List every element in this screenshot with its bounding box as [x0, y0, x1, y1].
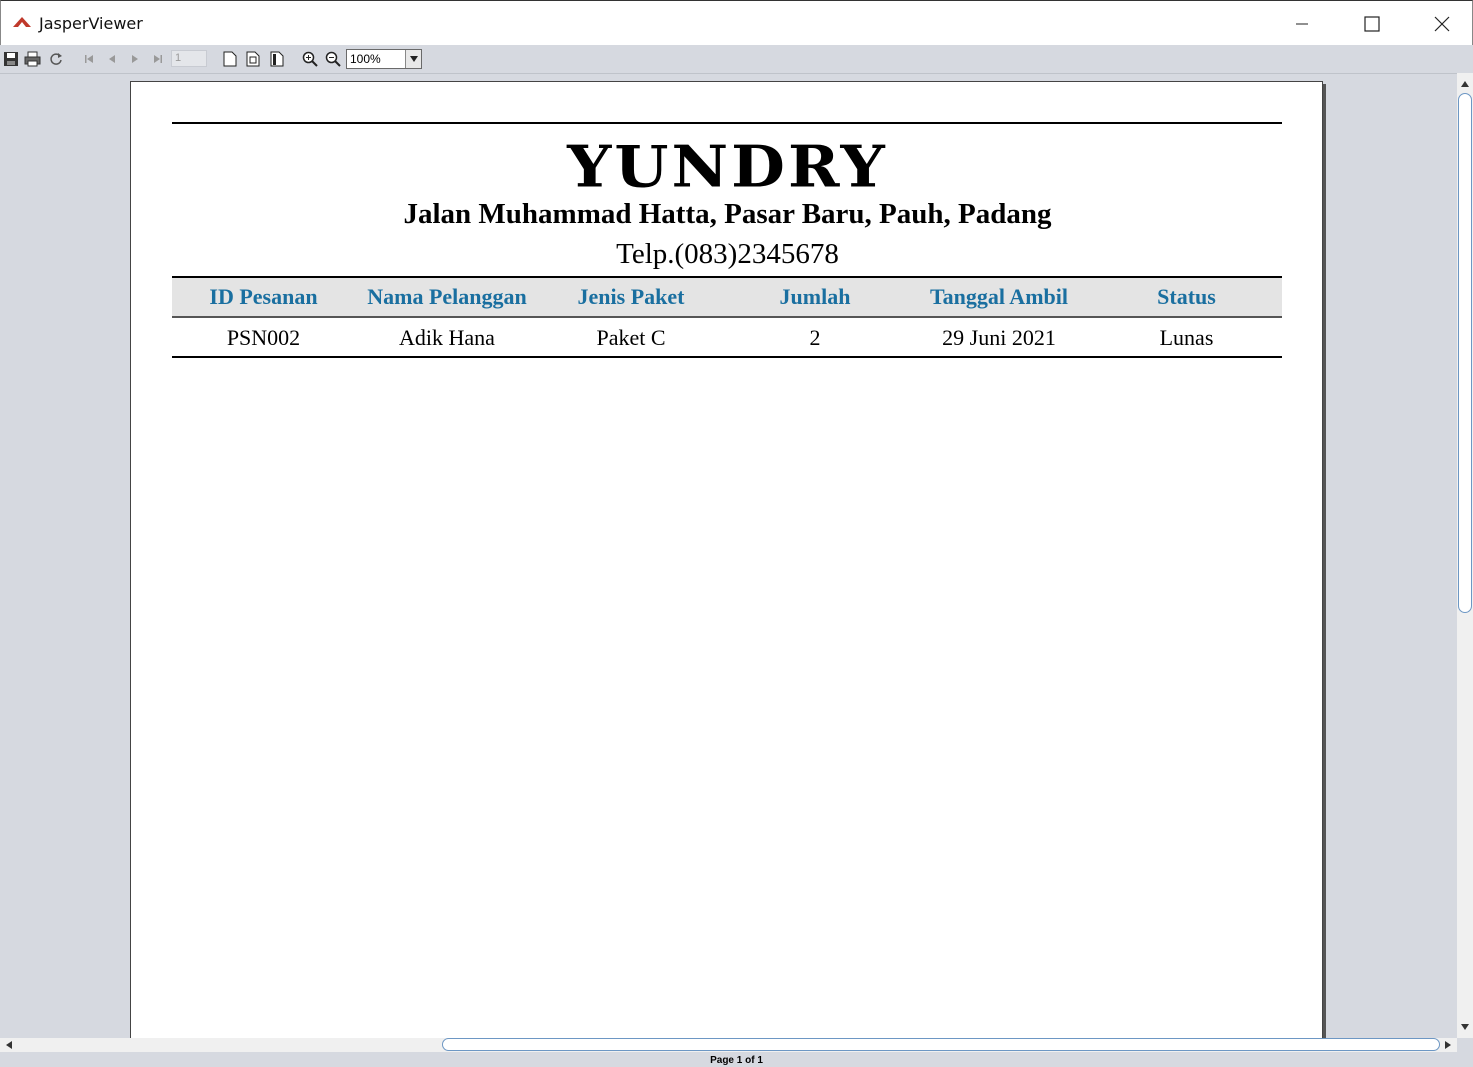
- table-header: ID Pesanan Nama Pelanggan Jenis Paket Ju…: [172, 276, 1282, 318]
- zoom-dropdown-button[interactable]: [405, 50, 421, 68]
- window-title: JasperViewer: [39, 14, 143, 33]
- zoom-select[interactable]: 100%: [346, 49, 422, 69]
- fit-page-icon: [246, 51, 259, 66]
- column-header: Status: [1157, 284, 1216, 309]
- status-bar: Page 1 of 1: [0, 1052, 1473, 1067]
- save-icon: [3, 51, 18, 66]
- vertical-scrollbar[interactable]: [1457, 73, 1473, 1038]
- jasper-logo-icon: [13, 17, 31, 27]
- previous-page-icon: [108, 54, 115, 63]
- previous-page-button[interactable]: [102, 49, 121, 68]
- scroll-right-button[interactable]: [1441, 1038, 1455, 1052]
- table-cell: 2: [809, 325, 821, 350]
- reload-button[interactable]: [46, 49, 65, 68]
- column-header: Jumlah: [779, 284, 851, 309]
- fit-width-icon: [270, 51, 283, 66]
- actual-size-button[interactable]: [220, 49, 239, 68]
- vertical-scroll-thumb[interactable]: [1458, 93, 1472, 613]
- zoom-in-button[interactable]: [300, 49, 319, 68]
- scrollbar-corner: [1457, 1038, 1473, 1052]
- actual-size-icon: [223, 51, 236, 66]
- reload-icon: [49, 52, 62, 65]
- column-header: Tanggal Ambil: [930, 284, 1068, 309]
- column-header: Jenis Paket: [577, 284, 685, 309]
- top-divider: [172, 122, 1282, 124]
- fit-page-button[interactable]: [243, 49, 262, 68]
- zoom-out-button[interactable]: [323, 49, 342, 68]
- minimize-button[interactable]: [1267, 1, 1337, 46]
- page-number-input[interactable]: 1: [171, 50, 207, 67]
- column-header: Nama Pelanggan: [367, 284, 527, 309]
- fit-width-button[interactable]: [267, 49, 286, 68]
- arrow-up-icon: [1461, 81, 1469, 87]
- close-icon: [1434, 16, 1450, 31]
- maximize-icon: [1364, 15, 1380, 32]
- first-page-icon: [84, 54, 93, 63]
- table-cell: Lunas: [1159, 325, 1214, 350]
- close-button[interactable]: [1407, 1, 1473, 46]
- company-phone: Telp.(083)2345678: [616, 238, 839, 270]
- report-viewport: YUNDRY Jalan Muhammad Hatta, Pasar Baru,…: [0, 73, 1457, 1038]
- toolbar: 1 100%: [0, 45, 1473, 72]
- print-icon: [24, 51, 41, 66]
- scroll-left-button[interactable]: [2, 1038, 16, 1052]
- title-bar: JasperViewer: [0, 0, 1473, 45]
- company-name: YUNDRY: [567, 132, 888, 201]
- next-page-button[interactable]: [125, 49, 144, 68]
- zoom-value: 100%: [350, 52, 381, 66]
- arrow-down-icon: [1461, 1024, 1469, 1030]
- chevron-down-icon: [409, 56, 418, 62]
- table-cell: Adik Hana: [399, 325, 495, 350]
- arrow-right-icon: [1445, 1041, 1451, 1049]
- maximize-button[interactable]: [1337, 1, 1407, 46]
- next-page-icon: [131, 54, 138, 63]
- last-page-icon: [153, 54, 162, 63]
- zoom-in-icon: [302, 51, 318, 67]
- scroll-down-button[interactable]: [1457, 1020, 1473, 1034]
- table-cell: 29 Juni 2021: [942, 325, 1056, 350]
- table-cell: Paket C: [596, 325, 666, 350]
- scroll-up-button[interactable]: [1457, 77, 1473, 91]
- page-info: Page 1 of 1: [710, 1055, 763, 1066]
- last-page-button[interactable]: [148, 49, 167, 68]
- zoom-out-icon: [325, 51, 341, 67]
- table-row: PSN002 Adik Hana Paket C 2 29 Juni 2021 …: [172, 318, 1282, 358]
- horizontal-scrollbar[interactable]: [0, 1038, 1457, 1052]
- table-cell: PSN002: [226, 325, 301, 350]
- arrow-left-icon: [6, 1041, 12, 1049]
- print-button[interactable]: [23, 49, 42, 68]
- save-button[interactable]: [1, 49, 20, 68]
- column-header: ID Pesanan: [209, 284, 318, 309]
- minimize-icon: [1296, 23, 1308, 24]
- first-page-button[interactable]: [79, 49, 98, 68]
- company-address: Jalan Muhammad Hatta, Pasar Baru, Pauh, …: [403, 198, 1052, 230]
- horizontal-scroll-thumb[interactable]: [442, 1038, 1440, 1051]
- report-page: YUNDRY Jalan Muhammad Hatta, Pasar Baru,…: [130, 81, 1323, 1038]
